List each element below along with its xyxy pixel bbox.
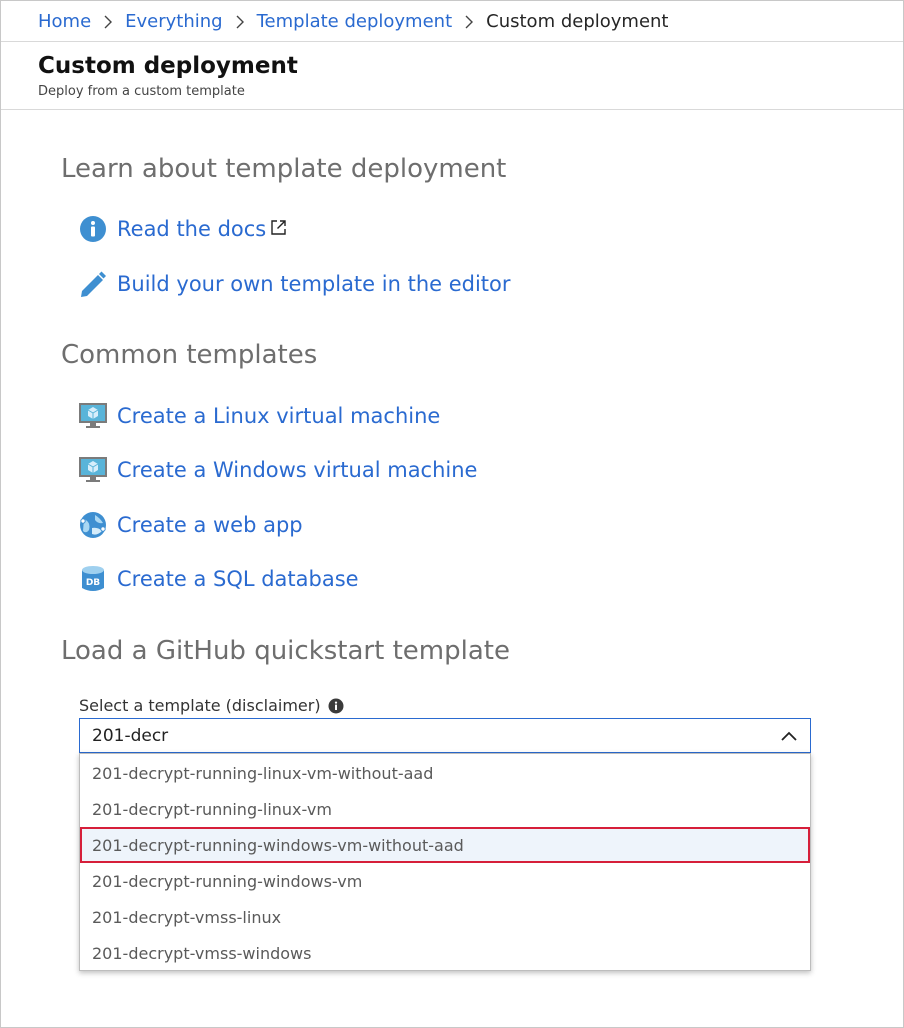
create-sql-database-link[interactable]: DB Create a SQL database [78, 562, 359, 596]
dropdown-option-highlighted[interactable]: 201-decrypt-running-windows-vm-without-a… [80, 827, 810, 863]
common-templates-heading: Common templates [61, 340, 318, 370]
select-template-label-text: Select a template (disclaimer) [79, 696, 321, 715]
create-windows-vm-link[interactable]: Create a Windows virtual machine [78, 453, 477, 487]
chevron-right-icon [223, 11, 257, 32]
sql-database-icon: DB [78, 564, 108, 594]
template-search-value: 201-decr [92, 725, 169, 746]
svg-text:DB: DB [86, 578, 100, 588]
build-template-editor-link[interactable]: Build your own template in the editor [78, 267, 511, 301]
breadcrumb-template-deployment[interactable]: Template deployment [257, 11, 453, 32]
create-windows-vm-label[interactable]: Create a Windows virtual machine [117, 458, 477, 482]
virtual-machine-icon [78, 401, 108, 431]
read-the-docs-link[interactable]: Read the docs [78, 212, 287, 246]
learn-heading: Learn about template deployment [61, 154, 507, 184]
chevron-up-icon[interactable] [780, 728, 798, 748]
dropdown-option[interactable]: 201-decrypt-vmss-windows [80, 935, 810, 971]
breadcrumb-current: Custom deployment [486, 10, 669, 32]
external-link-icon [270, 219, 287, 240]
breadcrumb: Home Everything Template deployment Cust… [1, 1, 903, 42]
dropdown-option[interactable]: 201-decrypt-running-windows-vm [80, 863, 810, 899]
build-template-editor-label[interactable]: Build your own template in the editor [117, 272, 511, 296]
read-the-docs-label[interactable]: Read the docs [117, 217, 266, 241]
virtual-machine-icon [78, 455, 108, 485]
page-title: Custom deployment [38, 53, 298, 79]
chevron-right-icon [91, 11, 125, 32]
page-header: Custom deployment Deploy from a custom t… [1, 42, 903, 110]
custom-deployment-blade: Home Everything Template deployment Cust… [0, 0, 904, 1028]
github-quickstart-heading: Load a GitHub quickstart template [61, 636, 510, 666]
dropdown-option[interactable]: 201-decrypt-running-linux-vm-without-aad [80, 755, 810, 791]
create-web-app-link[interactable]: Create a web app [78, 508, 303, 542]
template-search-input[interactable]: 201-decr [79, 718, 811, 753]
info-icon[interactable] [328, 698, 344, 714]
breadcrumb-home[interactable]: Home [38, 11, 91, 32]
info-icon [78, 214, 108, 244]
dropdown-option[interactable]: 201-decrypt-running-linux-vm [80, 791, 810, 827]
template-dropdown-list: 201-decrypt-running-linux-vm-without-aad… [79, 753, 811, 971]
web-app-icon [78, 510, 108, 540]
create-linux-vm-label[interactable]: Create a Linux virtual machine [117, 404, 440, 428]
page-subtitle: Deploy from a custom template [38, 84, 245, 99]
pencil-icon [78, 269, 108, 299]
dropdown-option[interactable]: 201-decrypt-vmss-linux [80, 899, 810, 935]
chevron-right-icon [452, 11, 486, 32]
select-template-label: Select a template (disclaimer) [79, 696, 344, 715]
create-web-app-label[interactable]: Create a web app [117, 513, 303, 537]
create-sql-database-label[interactable]: Create a SQL database [117, 567, 359, 591]
breadcrumb-everything[interactable]: Everything [125, 11, 222, 32]
create-linux-vm-link[interactable]: Create a Linux virtual machine [78, 399, 440, 433]
